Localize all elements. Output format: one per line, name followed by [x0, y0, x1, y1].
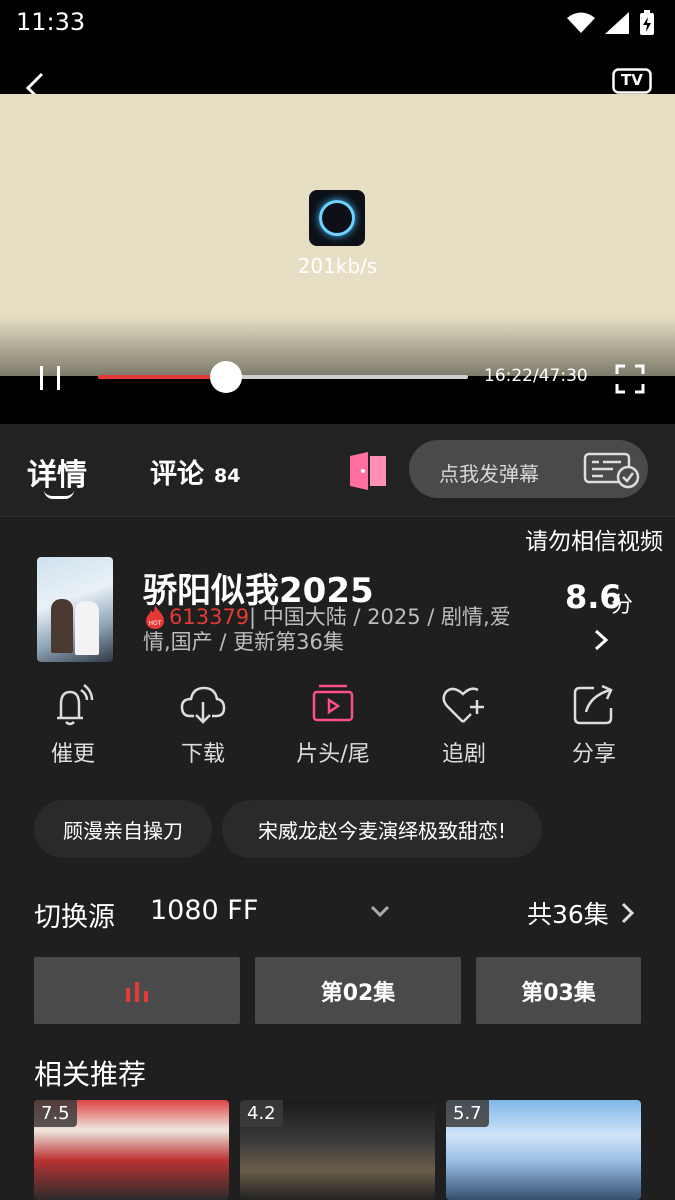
- episode-button-current[interactable]: [34, 957, 240, 1024]
- tv-label: TV: [621, 71, 643, 89]
- player-top-bar: [0, 58, 675, 94]
- show-poster[interactable]: [37, 557, 113, 662]
- danmaku-placeholder: 点我发弹幕: [439, 462, 539, 486]
- battery-charging-icon: [640, 10, 654, 35]
- pause-icon[interactable]: [38, 364, 62, 392]
- cell-signal-icon: [605, 12, 629, 34]
- tv-cast-button[interactable]: TV: [612, 68, 652, 98]
- status-icons: [567, 10, 655, 36]
- status-time: 11:33: [16, 8, 86, 36]
- related-score: 5.7: [446, 1100, 489, 1127]
- playing-bars-icon: [126, 981, 148, 1002]
- related-title: 相关推荐: [34, 1058, 147, 1091]
- spinner-ring: [319, 200, 355, 236]
- related-item[interactable]: 4.2: [240, 1100, 435, 1200]
- fullscreen-icon[interactable]: [615, 364, 645, 394]
- timecode: 16:22/47:30: [484, 366, 588, 386]
- action-follow[interactable]: 追剧: [409, 682, 519, 768]
- action-download[interactable]: 下载: [148, 682, 258, 768]
- action-skip-intro-outro[interactable]: 片头/尾: [278, 682, 388, 768]
- source-label: 切换源: [34, 902, 115, 933]
- danmaku-settings-icon[interactable]: [583, 450, 641, 490]
- bell-wifi-icon: [57, 684, 94, 726]
- show-meta: | 中国大陆 / 2025 / 剧情,爱情,国产 / 更新第36集: [143, 605, 511, 654]
- tv-skip-icon: [312, 684, 354, 722]
- tab-detail[interactable]: 详情: [27, 450, 87, 494]
- action-label: 追剧: [441, 742, 486, 767]
- action-label: 片头/尾: [296, 742, 370, 767]
- progress-fill: [98, 375, 226, 379]
- related-item[interactable]: 5.7: [446, 1100, 641, 1200]
- action-label: 分享: [571, 742, 616, 767]
- related-item[interactable]: 7.5: [34, 1100, 229, 1200]
- chevron-down-icon[interactable]: [370, 904, 390, 920]
- wifi-icon: [567, 12, 595, 33]
- action-share[interactable]: 分享: [539, 682, 649, 768]
- cloud-download-icon: [180, 686, 226, 724]
- related-score: 4.2: [240, 1100, 283, 1127]
- scrolling-notice: 请勿相信视频: [525, 529, 663, 555]
- episode-button[interactable]: 第03集: [476, 957, 641, 1024]
- status-bar: 11:33: [0, 0, 675, 58]
- heart-plus-icon: [442, 687, 484, 723]
- tab-active-indicator: [44, 490, 74, 499]
- action-remind[interactable]: 催更: [18, 682, 128, 768]
- door-icon[interactable]: [348, 452, 388, 490]
- poster-figure: [51, 599, 73, 653]
- tab-comments[interactable]: 评论: [150, 452, 204, 491]
- share-icon: [573, 684, 613, 725]
- download-speed: 201kb/s: [297, 254, 378, 278]
- episodes-total[interactable]: 共36集: [527, 895, 609, 931]
- action-label: 催更: [50, 742, 95, 767]
- loading-spinner: [309, 190, 365, 246]
- action-label: 下载: [180, 742, 225, 767]
- episode-button[interactable]: 第02集: [255, 957, 461, 1024]
- poster-figure: [75, 601, 99, 655]
- comments-count: 84: [214, 465, 241, 487]
- source-selector[interactable]: 1080 FF: [150, 895, 258, 926]
- chevron-right-icon[interactable]: [592, 628, 610, 652]
- chevron-right-icon[interactable]: [620, 901, 636, 925]
- tag-chip[interactable]: 顾漫亲自操刀: [34, 800, 212, 858]
- tag-chip[interactable]: 宋威龙赵今麦演绎极致甜恋!: [222, 800, 542, 858]
- progress-knob[interactable]: [209, 361, 242, 393]
- rating-unit: 分: [611, 593, 634, 618]
- related-score: 7.5: [34, 1100, 77, 1127]
